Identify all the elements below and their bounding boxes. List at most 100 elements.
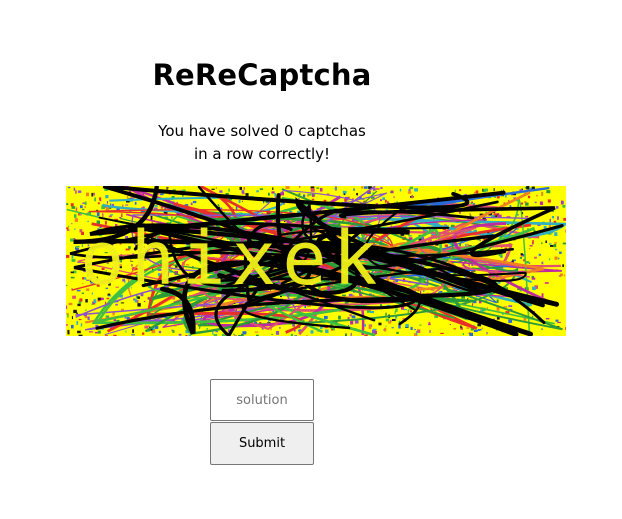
noise-speck xyxy=(407,309,409,314)
noise-speck xyxy=(89,331,93,333)
noise-speck xyxy=(440,332,444,334)
noise-speck xyxy=(545,240,547,243)
noise-speck xyxy=(462,333,464,336)
noise-speck xyxy=(242,331,247,335)
noise-speck xyxy=(75,247,79,250)
noise-speck xyxy=(142,332,145,335)
noise-speck xyxy=(351,315,356,319)
noise-speck xyxy=(414,188,418,192)
solved-count-message: You have solved 0 captchas in a row corr… xyxy=(132,120,392,166)
noise-speck xyxy=(353,188,355,191)
noise-speck xyxy=(554,232,558,236)
noise-speck xyxy=(555,206,559,209)
noise-speck xyxy=(420,290,422,294)
noise-speck xyxy=(390,191,392,193)
noise-speck xyxy=(82,208,85,211)
noise-speck xyxy=(532,286,536,291)
noise-speck xyxy=(444,244,448,247)
noise-speck xyxy=(132,329,134,333)
noise-speck xyxy=(70,271,74,274)
noise-speck xyxy=(67,229,70,231)
noise-speck xyxy=(316,187,319,189)
noise-speck xyxy=(84,316,88,319)
noise-speck xyxy=(561,201,564,204)
noise-speck xyxy=(71,255,74,259)
noise-speck xyxy=(76,321,79,325)
noise-speck xyxy=(558,257,560,260)
noise-speck xyxy=(298,186,301,188)
noise-speck xyxy=(313,193,316,196)
noise-speck xyxy=(349,314,352,317)
noise-speck xyxy=(563,218,566,221)
noise-speck xyxy=(548,243,552,245)
noise-speck xyxy=(94,197,96,202)
noise-speck xyxy=(272,187,274,190)
noise-speck xyxy=(74,218,78,222)
noise-speck xyxy=(91,192,94,197)
noise-speck xyxy=(393,196,395,199)
noise-speck xyxy=(234,335,237,336)
noise-speck xyxy=(325,329,329,334)
noise-speck xyxy=(559,273,563,276)
noise-speck xyxy=(306,335,308,336)
noise-speck xyxy=(190,202,193,206)
noise-speck xyxy=(391,327,394,329)
noise-speck xyxy=(466,327,470,329)
noise-speck xyxy=(211,188,215,190)
noise-speck xyxy=(215,186,217,189)
noise-speck xyxy=(74,228,76,230)
noise-speck xyxy=(66,254,70,258)
noise-speck xyxy=(185,335,188,336)
noise-speck xyxy=(105,195,109,199)
noise-speck xyxy=(192,200,197,204)
noise-speck xyxy=(526,186,530,190)
noise-speck xyxy=(324,315,328,319)
noise-speck xyxy=(454,189,456,193)
noise-speck xyxy=(120,302,125,304)
noise-speck xyxy=(71,258,76,262)
noise-speck xyxy=(449,324,451,326)
noise-speck xyxy=(409,186,413,190)
noise-speck xyxy=(215,331,219,333)
noise-speck xyxy=(274,193,277,197)
noise-speck xyxy=(271,191,275,194)
noise-speck xyxy=(78,319,82,321)
noise-speck xyxy=(459,189,462,192)
solution-input[interactable] xyxy=(210,379,314,421)
noise-speck xyxy=(259,188,264,190)
noise-speck xyxy=(97,202,100,205)
noise-speck xyxy=(508,319,512,323)
noise-speck xyxy=(555,248,558,251)
noise-speck xyxy=(271,333,273,335)
noise-speck xyxy=(478,329,482,331)
noise-speck xyxy=(67,332,70,335)
noise-speck xyxy=(372,328,377,331)
noise-speck xyxy=(354,320,359,324)
noise-speck xyxy=(408,235,412,237)
noise-speck xyxy=(275,331,280,335)
noise-speck xyxy=(554,256,558,260)
noise-speck xyxy=(77,190,82,193)
noise-speck xyxy=(383,329,385,331)
submit-button[interactable]: Submit xyxy=(210,422,314,465)
noise-speck xyxy=(524,201,526,204)
noise-speck xyxy=(563,274,566,277)
noise-speck xyxy=(86,192,89,197)
noise-speck xyxy=(348,196,350,199)
noise-speck xyxy=(512,259,514,263)
noise-speck xyxy=(372,329,376,334)
noise-speck xyxy=(368,325,372,329)
noise-speck xyxy=(115,303,118,306)
noise-speck xyxy=(493,213,497,216)
noise-speck xyxy=(350,320,354,325)
noise-speck xyxy=(238,200,241,203)
noise-speck xyxy=(178,333,182,336)
noise-speck xyxy=(172,330,175,333)
noise-speck xyxy=(181,190,186,192)
noise-speck xyxy=(93,192,95,196)
noise-speck xyxy=(77,303,81,307)
noise-speck xyxy=(68,225,70,228)
noise-speck xyxy=(484,188,488,192)
noise-speck xyxy=(555,319,559,322)
noise-speck xyxy=(514,259,516,262)
